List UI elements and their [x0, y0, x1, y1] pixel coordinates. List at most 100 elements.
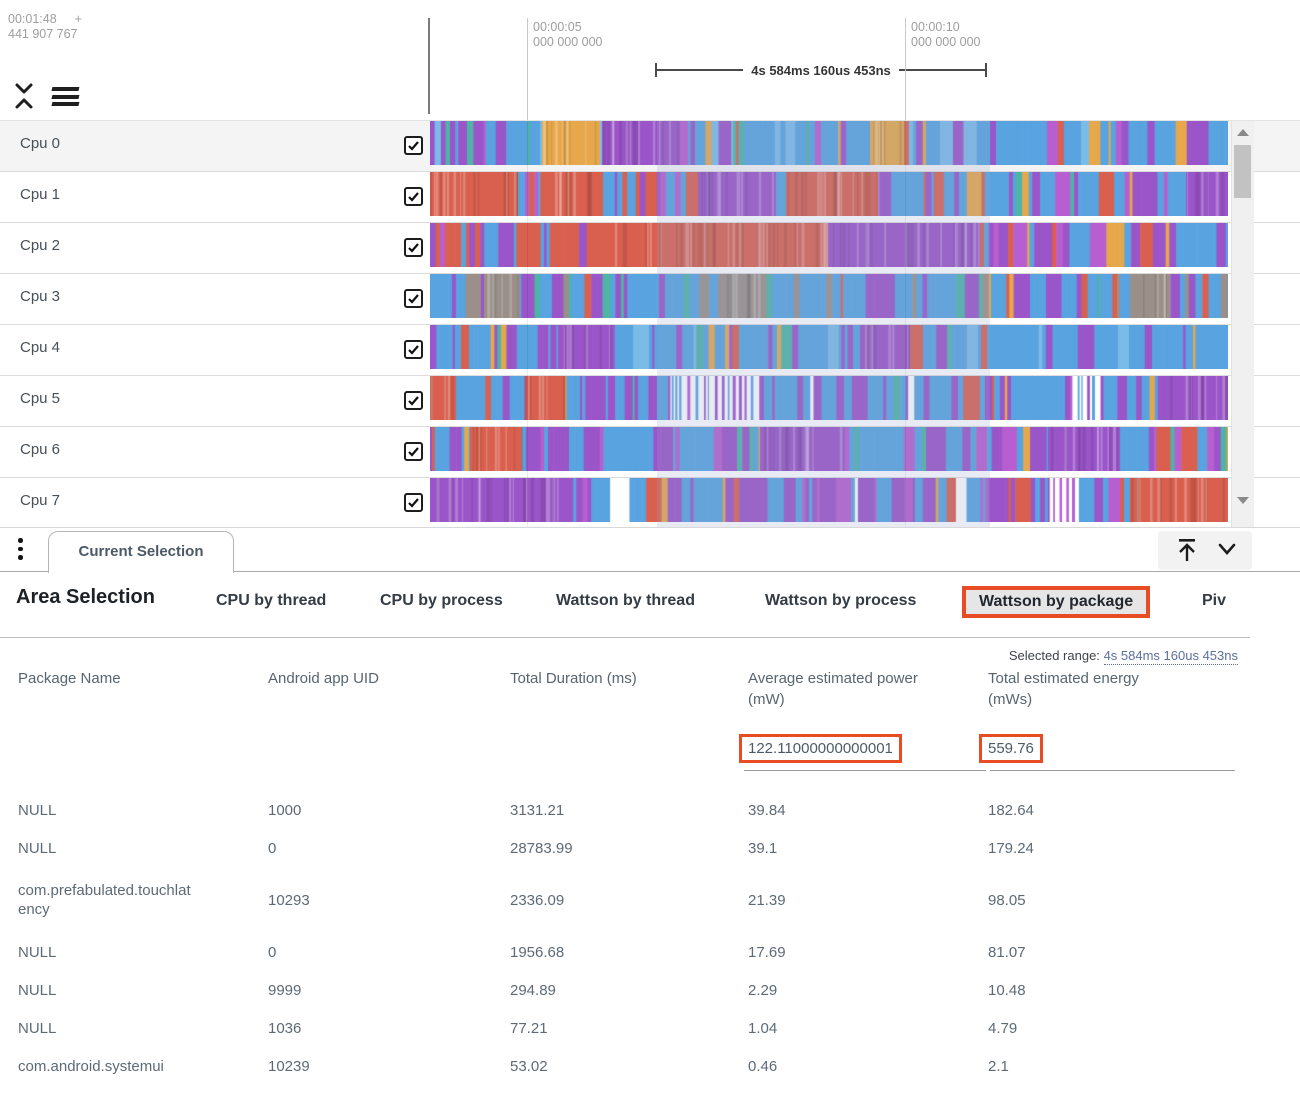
tick-fraction: 000 000 000 [911, 35, 981, 50]
table-cell-uid: 10239 [268, 1047, 448, 1085]
highlighted-average-power-cell: 122.11000000000001 [739, 734, 902, 763]
scrollbar-up-arrow[interactable] [1237, 129, 1249, 136]
summary-total-energy: 559.76 [988, 740, 1034, 757]
table-column-header: Average estimated power (mW) [748, 668, 918, 710]
table-cell-power: 1.04 [748, 1009, 918, 1047]
origin-plus: + [75, 12, 82, 26]
tab-current-selection[interactable]: Current Selection [48, 531, 234, 573]
track-checkbox[interactable] [404, 289, 423, 308]
cpu-track-label: Cpu 4 [20, 339, 60, 356]
panel-separator [0, 637, 1250, 638]
panel-tab-wattson-by-process[interactable]: Wattson by process [765, 592, 916, 610]
table-row: com.android.systemui1023953.020.462.1 [0, 1047, 1300, 1085]
table-row: com.prefabulated.touchlatency102932336.0… [0, 867, 1300, 933]
track-checkbox[interactable] [404, 238, 423, 257]
table-cell-package: NULL [18, 971, 193, 1009]
table-cell-duration: 28783.99 [510, 829, 715, 867]
scrollbar-down-arrow[interactable] [1237, 497, 1249, 504]
table-cell-uid: 1036 [268, 1009, 448, 1047]
cpu-track-row[interactable]: Cpu 0 [0, 121, 1300, 172]
cpu-track-canvas[interactable] [430, 376, 1228, 420]
cpu-track-canvas[interactable] [430, 478, 1228, 522]
table-cell-energy: 10.48 [988, 971, 1173, 1009]
table-cell-duration: 53.02 [510, 1047, 715, 1085]
panel-tab-cpu-by-thread[interactable]: CPU by thread [216, 592, 326, 610]
track-checkbox[interactable] [404, 442, 423, 461]
track-checkbox[interactable] [404, 136, 423, 155]
track-filter-menu-icon[interactable] [52, 87, 79, 110]
table-cell-uid: 9999 [268, 971, 448, 1009]
panel-menu-kebab-icon[interactable] [18, 538, 24, 564]
cpu-track-row[interactable]: Cpu 1 [0, 172, 1300, 223]
selected-range-bracket-label: 4s 584ms 160us 453ns [743, 63, 899, 78]
cpu-track-row[interactable]: Cpu 7 [0, 478, 1300, 527]
vertical-scrollbar[interactable] [1231, 121, 1254, 527]
cpu-track-row[interactable]: Cpu 2 [0, 223, 1300, 274]
cpu-track-label: Cpu 2 [20, 237, 60, 254]
table-cell-package: NULL [18, 829, 193, 867]
panel-tab-cpu-by-process[interactable]: CPU by process [380, 592, 503, 610]
selected-range-label: Selected range: [1009, 648, 1100, 663]
cpu-track-label: Cpu 3 [20, 288, 60, 305]
panel-tab-wattson-by-thread[interactable]: Wattson by thread [556, 592, 695, 610]
timeline-origin-label: 00:01:48+ 441 907 767 [8, 12, 82, 42]
cpu-track-row[interactable]: Cpu 4 [0, 325, 1300, 376]
summary-average-power: 122.11000000000001 [748, 740, 893, 757]
table-cell-energy: 4.79 [988, 1009, 1173, 1047]
table-cell-energy: 81.07 [988, 933, 1173, 971]
track-checkbox[interactable] [404, 391, 423, 410]
selected-range-line: Selected range: 4s 584ms 160us 453ns [1009, 648, 1238, 663]
table-cell-duration: 1956.68 [510, 933, 715, 971]
track-checkbox[interactable] [404, 340, 423, 359]
panel-tab-wattson-by-package[interactable]: Wattson by package [962, 586, 1150, 618]
collapse-tracks-icon[interactable] [12, 82, 36, 115]
timeline-gridline [527, 121, 528, 527]
table-cell-duration: 294.89 [510, 971, 715, 1009]
table-cell-energy: 2.1 [988, 1047, 1173, 1085]
summary-underline-power [744, 770, 986, 771]
table-cell-energy: 182.64 [988, 791, 1173, 829]
cpu-track-canvas[interactable] [430, 325, 1228, 369]
track-checkbox[interactable] [404, 493, 423, 512]
table-column-header: Total estimated energy (mWs) [988, 668, 1173, 710]
table-row: NULL028783.9939.1179.24 [0, 829, 1300, 867]
expand-panel-to-top-icon[interactable] [1175, 537, 1199, 568]
scrollbar-thumb[interactable] [1234, 145, 1251, 198]
track-checkbox[interactable] [404, 187, 423, 206]
timeline-tick-label: 00:00:10000 000 000 [911, 20, 981, 50]
cpu-track-label: Cpu 0 [20, 135, 60, 152]
cpu-track-row[interactable]: Cpu 3 [0, 274, 1300, 325]
summary-underline-energy [990, 770, 1235, 771]
table-cell-power: 39.84 [748, 791, 918, 829]
cpu-track-canvas[interactable] [430, 223, 1228, 267]
tick-time: 00:00:10 [911, 20, 981, 35]
cpu-track-row[interactable]: Cpu 6 [0, 427, 1300, 478]
cpu-track-row[interactable]: Cpu 5 [0, 376, 1300, 427]
cpu-track-label: Cpu 6 [20, 441, 60, 458]
cpu-track-canvas[interactable] [430, 172, 1228, 216]
tick-fraction: 000 000 000 [533, 35, 603, 50]
table-cell-uid: 1000 [268, 791, 448, 829]
tick-time: 00:00:05 [533, 20, 603, 35]
table-cell-uid: 10293 [268, 867, 448, 933]
cpu-track-label: Cpu 1 [20, 186, 60, 203]
details-panel-tab-bar: Current Selection [0, 527, 1300, 572]
panel-tab-piv[interactable]: Piv [1202, 592, 1226, 610]
cpu-track-canvas[interactable] [430, 427, 1228, 471]
timeline-header: 00:01:48+ 441 907 767 4s 584ms 160us 453… [0, 0, 1300, 120]
selected-range-link[interactable]: 4s 584ms 160us 453ns [1104, 648, 1238, 665]
cpu-track-canvas[interactable] [430, 121, 1228, 165]
table-column-header: Total Duration (ms) [510, 668, 715, 689]
collapse-panel-chevron-down-icon[interactable] [1215, 541, 1239, 564]
table-cell-energy: 179.24 [988, 829, 1173, 867]
table-cell-power: 0.46 [748, 1047, 918, 1085]
timeline-tick-label: 00:00:05000 000 000 [533, 20, 603, 50]
track-area-boundary-line [428, 18, 430, 114]
cpu-track-label: Cpu 7 [20, 492, 60, 509]
cpu-track-label: Cpu 5 [20, 390, 60, 407]
table-column-header: Package Name [18, 668, 193, 689]
table-cell-uid: 0 [268, 933, 448, 971]
table-cell-duration: 2336.09 [510, 867, 715, 933]
highlighted-total-energy-cell: 559.76 [979, 734, 1043, 763]
cpu-track-canvas[interactable] [430, 274, 1228, 318]
